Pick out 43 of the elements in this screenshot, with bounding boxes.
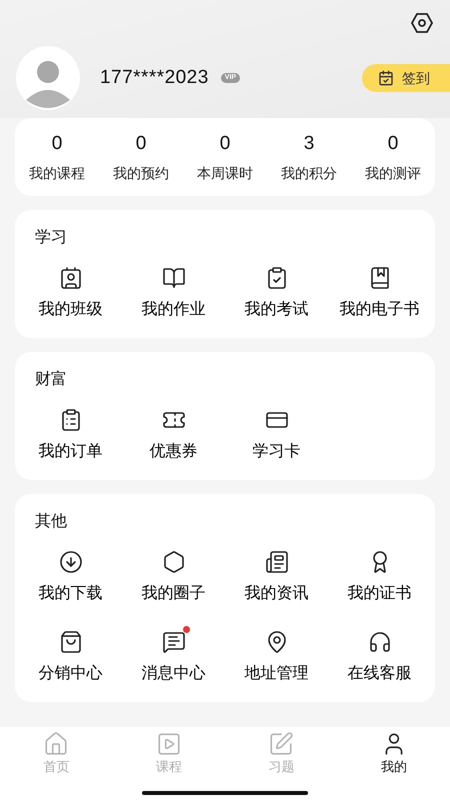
calendar-icon <box>378 70 394 86</box>
stat-value: 0 <box>388 132 398 156</box>
menu-item[interactable]: 我的圈子 <box>122 550 225 606</box>
tab[interactable]: 我的 <box>338 730 450 776</box>
check-in-button[interactable]: 签到 <box>362 64 450 92</box>
headphones-icon <box>368 630 392 654</box>
play-icon <box>156 730 182 756</box>
menu-item[interactable]: 学习卡 <box>225 408 328 464</box>
section-title: 财富 <box>35 370 68 390</box>
menu-item[interactable]: 我的作业 <box>122 266 225 322</box>
stat-value: 0 <box>52 132 62 156</box>
stat-label[interactable]: 我的预约 <box>113 162 169 184</box>
hexagon-icon <box>162 550 186 574</box>
stat-label[interactable]: 我的测评 <box>365 162 421 184</box>
stat-label[interactable]: 我的积分 <box>281 162 337 184</box>
section-title: 学习 <box>35 228 68 248</box>
menu-item[interactable]: 我的考试 <box>225 266 328 322</box>
stat-value: 0 <box>136 132 146 156</box>
stat-label[interactable]: 我的课程 <box>29 162 85 184</box>
stat-label[interactable]: 本周课时 <box>197 162 253 184</box>
news-icon <box>264 550 288 574</box>
menu-item[interactable]: 我的班级 <box>19 266 122 322</box>
message-icon <box>162 630 186 654</box>
menu-item[interactable]: 地址管理 <box>225 630 328 686</box>
bag-icon <box>58 630 82 654</box>
menu-item[interactable]: 我的电子书 <box>328 266 431 322</box>
menu-item[interactable]: 优惠券 <box>122 408 225 464</box>
edit-icon <box>268 730 294 756</box>
phone-number: 177****2023 <box>100 66 209 90</box>
download-icon <box>58 550 82 574</box>
settings-icon[interactable] <box>410 12 434 34</box>
home-icon <box>43 730 70 756</box>
menu-item[interactable]: 我的资讯 <box>225 550 328 606</box>
menu-item[interactable]: 消息中心 <box>122 630 225 686</box>
stat-value: 0 <box>220 132 230 156</box>
menu-item[interactable]: 在线客服 <box>328 630 431 686</box>
stat-value: 3 <box>304 132 314 156</box>
menu-item[interactable]: 我的订单 <box>19 408 122 464</box>
menu-item[interactable]: 我的证书 <box>328 550 431 606</box>
book-icon <box>162 266 186 290</box>
menu-item[interactable]: 分销中心 <box>19 630 122 686</box>
section-title: 其他 <box>35 512 68 532</box>
menu-item[interactable]: 我的下载 <box>19 550 122 606</box>
